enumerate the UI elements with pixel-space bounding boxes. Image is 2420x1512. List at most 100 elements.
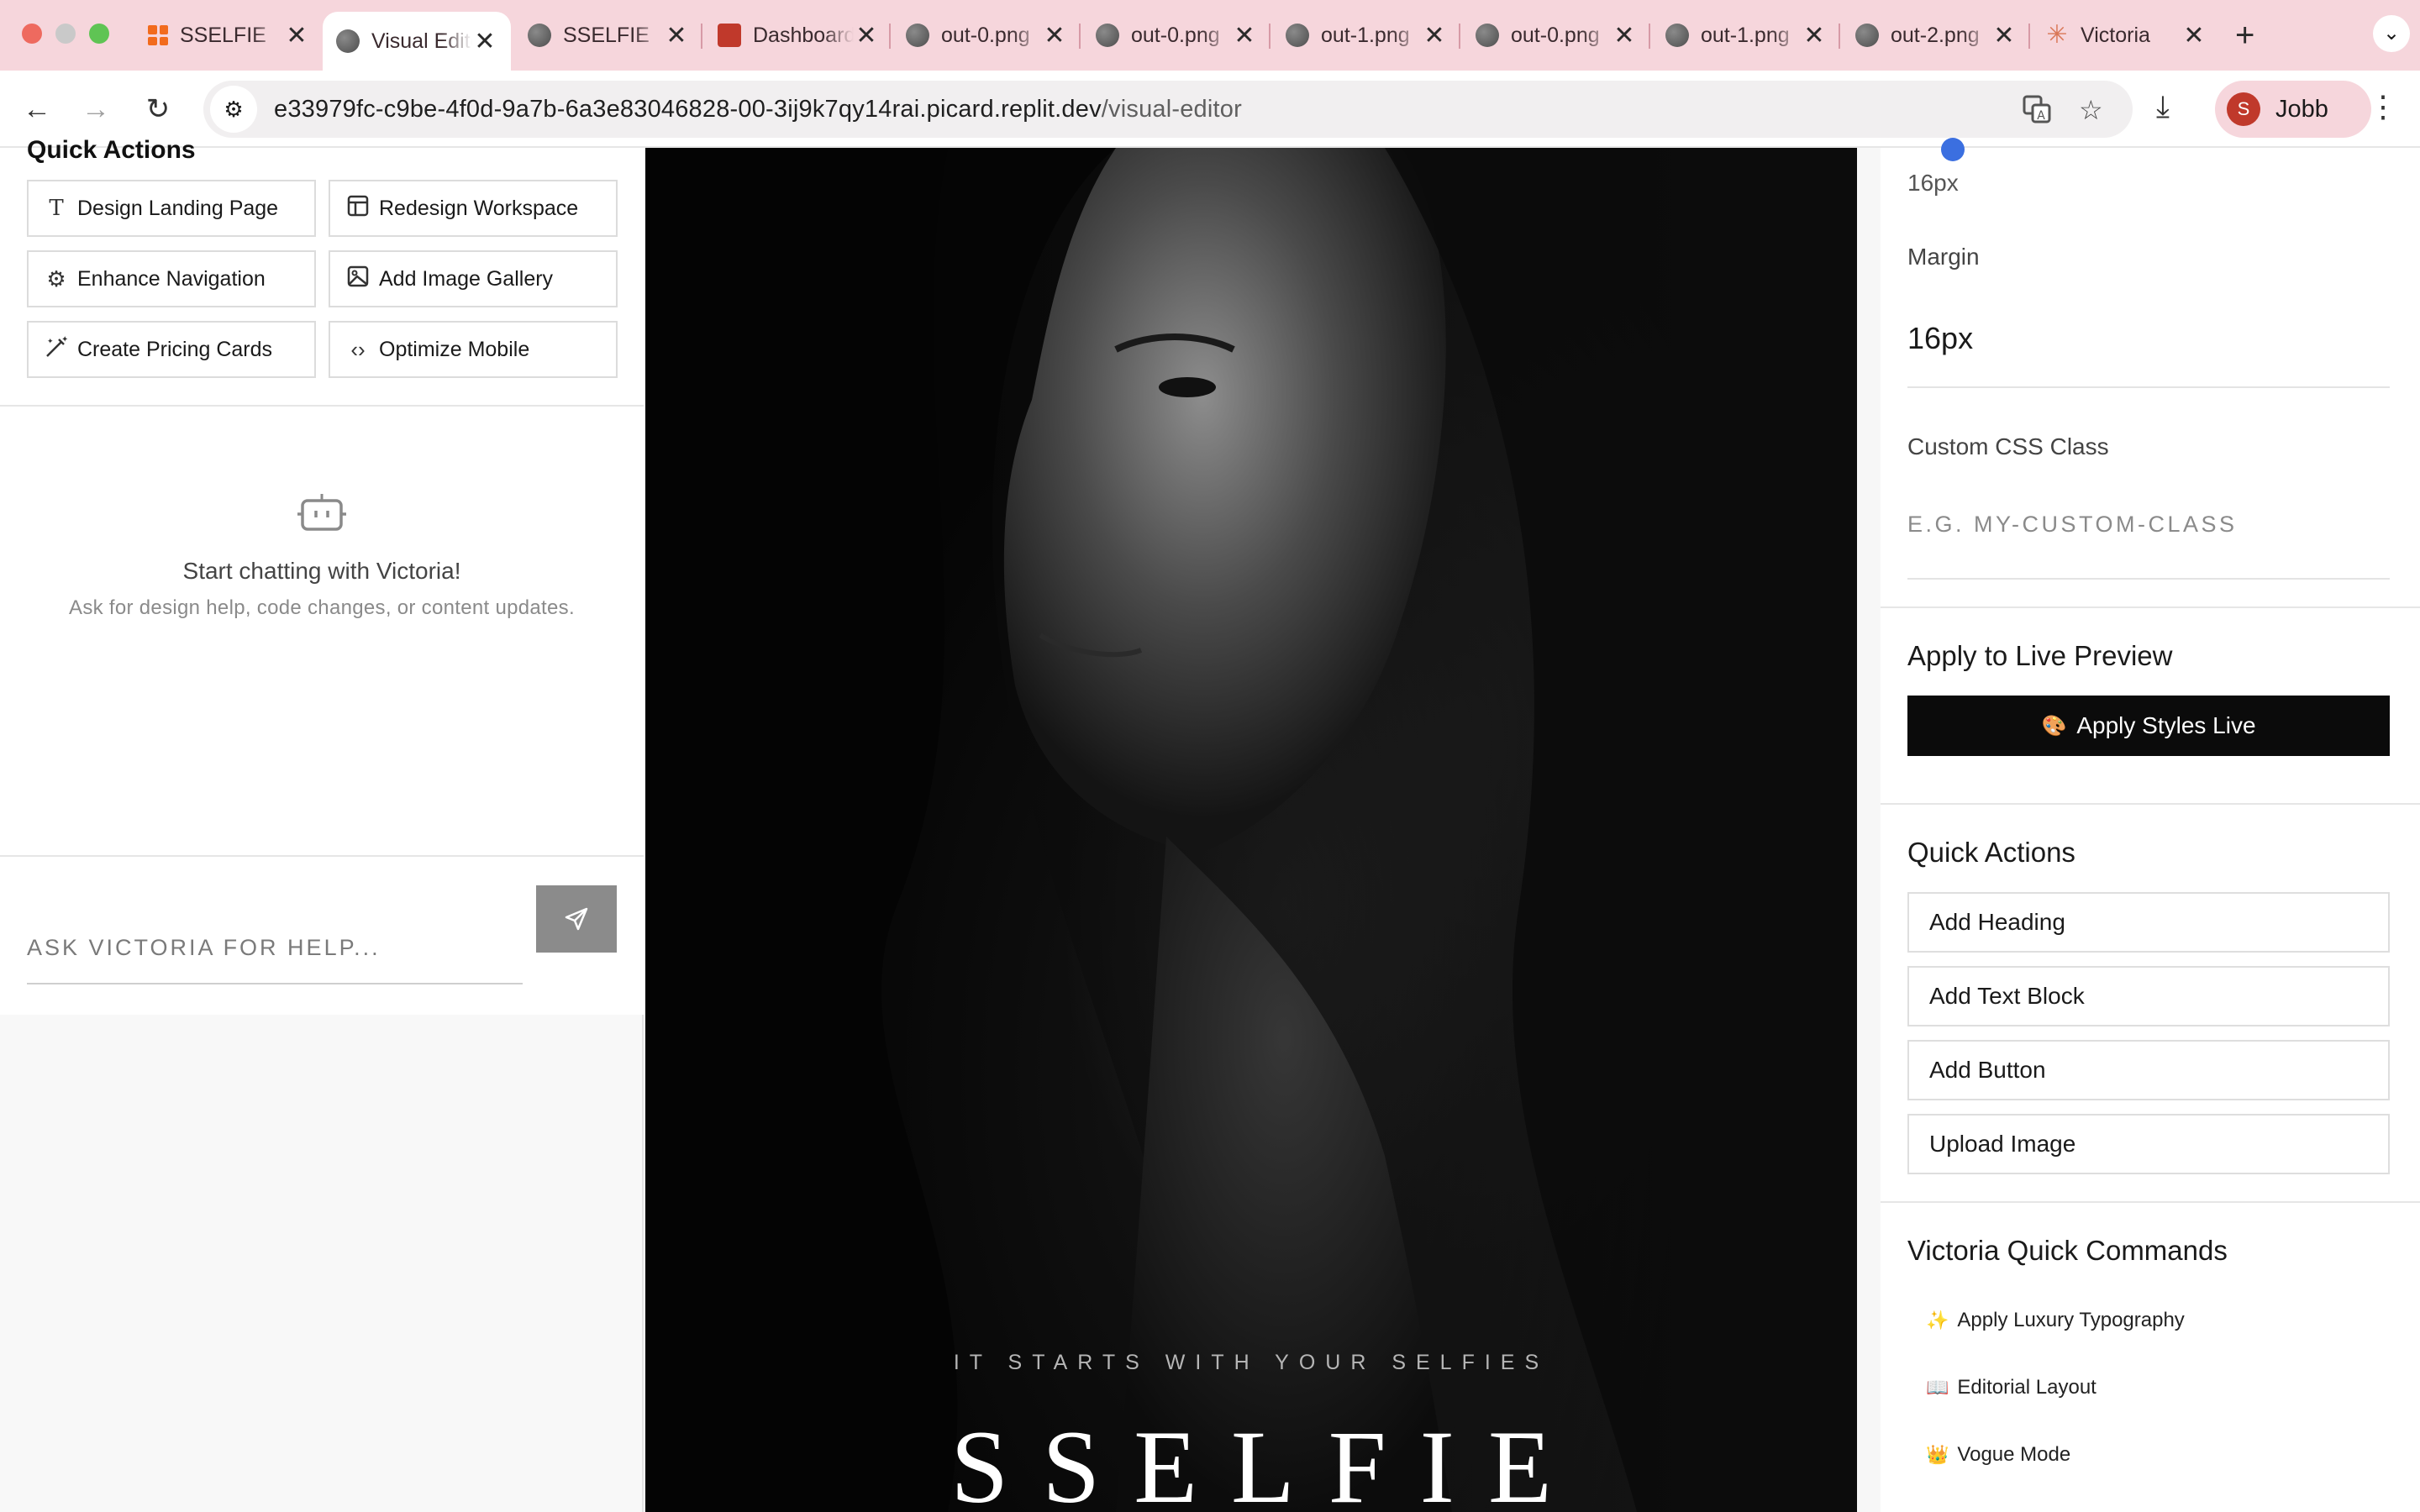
- vogue-mode-command[interactable]: 👑 Vogue Mode: [1926, 1443, 2070, 1467]
- upload-image-button[interactable]: Upload Image: [1907, 1114, 2390, 1174]
- url-text[interactable]: e33979fc-c9be-4f0d-9a7b-6a3e83046828-00-…: [274, 96, 1242, 123]
- design-landing-page-button[interactable]: T Design Landing Page: [27, 180, 316, 237]
- section-divider: [0, 405, 644, 407]
- image-icon: [345, 265, 371, 293]
- visual-editor-app: Quick Actions T Design Landing Page Rede…: [0, 136, 2420, 1512]
- browser-menu-icon[interactable]: ⋮: [2368, 89, 2398, 124]
- sparkles-icon: ✨: [1926, 1310, 1949, 1331]
- chat-empty-title: Start chatting with Victoria!: [182, 558, 461, 584]
- profile-button[interactable]: S Jobb: [2215, 81, 2371, 138]
- tab-title: out-0.png: [941, 23, 1030, 47]
- browser-tab[interactable]: out-1.png ✕: [1652, 12, 1840, 59]
- apply-styles-live-button[interactable]: 🎨 Apply Styles Live: [1907, 696, 2390, 756]
- tab-separator: [701, 24, 702, 49]
- add-button-button[interactable]: Add Button: [1907, 1040, 2390, 1100]
- window-minimize-button[interactable]: [55, 24, 76, 44]
- add-heading-button[interactable]: Add Heading: [1907, 892, 2390, 953]
- browser-tab[interactable]: Dashboard ✕: [704, 12, 892, 59]
- tab-close-icon[interactable]: ✕: [1802, 21, 1827, 50]
- browser-tab[interactable]: out-0.png ✕: [892, 12, 1081, 59]
- add-image-gallery-button[interactable]: Add Image Gallery: [329, 250, 618, 307]
- layout-icon: [345, 195, 371, 223]
- globe-icon: [1665, 24, 1689, 47]
- forward-arrow-icon[interactable]: →: [76, 89, 116, 129]
- action-label: Add Heading: [1929, 909, 2065, 935]
- apply-styles-live-label: Apply Styles Live: [2076, 712, 2256, 738]
- tab-close-icon[interactable]: ✕: [1612, 21, 1637, 50]
- tab-separator: [1269, 24, 1270, 49]
- svg-text:✦: ✦: [61, 335, 68, 344]
- tab-close-icon[interactable]: ✕: [1232, 21, 1257, 50]
- globe-icon: [528, 24, 551, 47]
- redesign-workspace-button[interactable]: Redesign Workspace: [329, 180, 618, 237]
- assistant-panel: Quick Actions T Design Landing Page Rede…: [0, 136, 644, 1512]
- browser-tab[interactable]: out-2.png ✕: [1842, 12, 2030, 59]
- enhance-navigation-button[interactable]: ⚙ Enhance Navigation: [27, 250, 316, 307]
- assistant-panel-content: Quick Actions T Design Landing Page Rede…: [0, 136, 644, 1015]
- bookmark-star-icon[interactable]: ☆: [2079, 94, 2103, 126]
- tab-close-icon[interactable]: ✕: [472, 27, 497, 56]
- send-icon: [565, 907, 588, 931]
- tab-close-icon[interactable]: ✕: [1422, 21, 1447, 50]
- tab-close-icon[interactable]: ✕: [1991, 21, 2017, 50]
- quick-action-label: Add Image Gallery: [379, 266, 554, 291]
- reload-icon[interactable]: ↻: [138, 89, 178, 129]
- color-swatch[interactable]: [1941, 138, 1965, 161]
- browser-tab-strip: SSELFIE ✕ Visual Editor ✕ SSELFIE ✕ Dash…: [0, 0, 2420, 71]
- site-info-icon[interactable]: ⚙: [210, 86, 257, 133]
- browser-tab[interactable]: SSELFIE ✕: [134, 12, 323, 59]
- chat-input[interactable]: [27, 912, 523, 984]
- create-pricing-cards-button[interactable]: ✦ ✦ Create Pricing Cards: [27, 321, 316, 378]
- tab-title: SSELFIE: [563, 23, 650, 47]
- avatar: S: [2227, 92, 2260, 126]
- window-close-button[interactable]: [22, 24, 42, 44]
- tab-title: out-1.png: [1321, 23, 1410, 47]
- browser-tab-active[interactable]: Visual Editor ✕: [323, 12, 511, 71]
- browser-tab[interactable]: ✳ Victoria ✕: [2032, 12, 2220, 59]
- quick-action-label: Redesign Workspace: [379, 196, 579, 220]
- browser-tab[interactable]: out-0.png ✕: [1082, 12, 1270, 59]
- tab-close-icon[interactable]: ✕: [2181, 21, 2207, 50]
- tab-close-icon[interactable]: ✕: [854, 21, 879, 50]
- tab-title: Victoria: [2081, 23, 2150, 47]
- custom-css-class-input[interactable]: [1907, 501, 2390, 548]
- new-tab-button[interactable]: +: [2235, 17, 2254, 55]
- command-label: Editorial Layout: [1957, 1376, 2096, 1399]
- tab-separator: [1079, 24, 1081, 49]
- browser-tab[interactable]: out-0.png ✕: [1462, 12, 1650, 59]
- tab-close-icon[interactable]: ✕: [1042, 21, 1067, 50]
- hero-title[interactable]: SSELFIE: [645, 1408, 1857, 1512]
- quick-action-label: Enhance Navigation: [77, 266, 266, 291]
- quick-action-label: Optimize Mobile: [379, 337, 530, 361]
- download-icon[interactable]: ⤓: [2156, 89, 2170, 125]
- tab-close-icon[interactable]: ✕: [284, 21, 309, 50]
- optimize-mobile-button[interactable]: ‹› Optimize Mobile: [329, 321, 618, 378]
- margin-label: Margin: [1907, 244, 1980, 270]
- sselfie-favicon-icon: [148, 25, 168, 45]
- editorial-layout-command[interactable]: 📖 Editorial Layout: [1926, 1376, 2096, 1399]
- back-arrow-icon[interactable]: ←: [17, 89, 57, 129]
- profile-name: Jobb: [2275, 95, 2328, 123]
- margin-value[interactable]: 16px: [1907, 321, 1973, 356]
- url-host: e33979fc-c9be-4f0d-9a7b-6a3e83046828-00-…: [274, 95, 1102, 123]
- globe-icon: [1476, 24, 1499, 47]
- apply-luxury-typography-command[interactable]: ✨ Apply Luxury Typography: [1926, 1309, 2185, 1332]
- window-zoom-button[interactable]: [89, 24, 109, 44]
- quick-action-label: Create Pricing Cards: [77, 337, 273, 361]
- tab-close-icon[interactable]: ✕: [664, 21, 689, 50]
- globe-icon: [1855, 24, 1879, 47]
- add-text-block-button[interactable]: Add Text Block: [1907, 966, 2390, 1026]
- browser-tab[interactable]: out-1.png ✕: [1272, 12, 1460, 59]
- victoria-quick-commands-heading: Victoria Quick Commands: [1907, 1235, 2228, 1266]
- code-icon: ‹›: [350, 336, 366, 362]
- hero-tagline[interactable]: IT STARTS WITH YOUR SELFIES: [645, 1351, 1857, 1375]
- gear-icon: ⚙: [46, 265, 66, 291]
- send-button[interactable]: [536, 885, 617, 953]
- tab-separator: [1839, 24, 1840, 49]
- tab-search-chevron-icon[interactable]: ⌄: [2373, 15, 2410, 52]
- live-preview[interactable]: IT STARTS WITH YOUR SELFIES SSELFIE: [645, 148, 1857, 1512]
- browser-tab[interactable]: SSELFIE ✕: [514, 12, 702, 59]
- translate-icon[interactable]: A: [2022, 94, 2052, 131]
- address-bar[interactable]: ⚙ e33979fc-c9be-4f0d-9a7b-6a3e83046828-0…: [203, 81, 2133, 138]
- svg-text:A: A: [2037, 109, 2045, 123]
